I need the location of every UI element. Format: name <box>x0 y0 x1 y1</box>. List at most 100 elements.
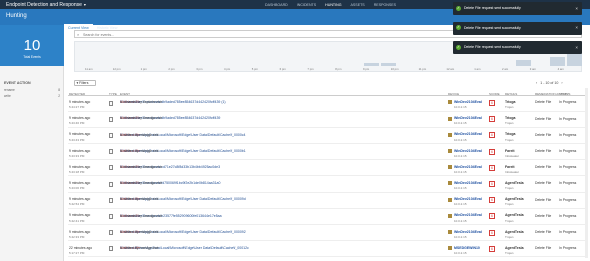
col-type[interactable]: TYPE <box>109 92 117 96</box>
device-name[interactable]: WinDev2104Eval <box>454 165 482 169</box>
status-text: In Progress <box>559 148 577 153</box>
device-name[interactable]: WinDev2104Eval <box>454 230 482 234</box>
device-ip: 10.0.2.15 <box>454 234 467 239</box>
file-icon <box>109 246 113 252</box>
detection-type: Trojan <box>505 218 514 223</box>
remediation-action: Delete File <box>535 165 552 170</box>
detected-time: 5:44:27 PM <box>69 105 85 110</box>
nav-incidents[interactable]: INCIDENTS <box>297 3 316 7</box>
toast-message: Delete File request sent successfully <box>464 45 521 49</box>
timeline-bar[interactable] <box>550 57 566 66</box>
score-badge: 6 <box>489 132 495 139</box>
timeline-tick-label: 9 pm <box>363 66 370 71</box>
status-text: In Progress <box>559 100 577 105</box>
remediation-action: Delete File <box>535 229 552 234</box>
toast-notification: ✓ Delete File request sent successfully × <box>453 41 582 54</box>
detected-relative: 9 minutes ago <box>69 116 91 121</box>
device-name[interactable]: WinDev2104Eval <box>454 149 482 153</box>
table-row[interactable]: 9 minutes ago 5:43:06 PM Malicious file C:… <box>68 178 586 193</box>
status-text: In Progress <box>559 213 577 218</box>
detection-name: Trioga <box>505 132 516 137</box>
timeline-tick-label: 6 pm <box>279 66 286 71</box>
device-ip: 10.0.2.15 <box>454 137 467 142</box>
detected-relative: 9 minutes ago <box>69 148 91 153</box>
detection-name: Trioga <box>505 100 516 104</box>
col-event[interactable]: EVENT <box>120 92 130 96</box>
app-title[interactable]: Endpoint Detection and Response ▾ <box>6 2 86 8</box>
timeline-tick-label: 12 am <box>446 66 455 71</box>
device-ip: 10.0.2.15 <box>454 218 467 223</box>
table-row[interactable]: 9 minutes ago 5:43:43 PM Malicious file C:… <box>68 129 586 144</box>
col-detected[interactable]: DETECTED <box>69 92 85 96</box>
windows-device-icon <box>448 132 452 137</box>
table-row[interactable]: 9 minutes ago 5:42:54 PM Malicious file C:… <box>68 194 586 209</box>
close-icon[interactable]: × <box>575 25 578 30</box>
windows-device-icon <box>448 148 452 153</box>
windows-device-icon <box>448 197 452 202</box>
windows-device-icon <box>448 246 452 251</box>
col-status[interactable]: STATUS <box>559 92 570 96</box>
windows-device-icon <box>448 229 452 234</box>
event-action-rename[interactable]: rename 8 <box>4 88 60 92</box>
table-row[interactable]: 9 minutes ago 5:42:41 PM Malicious file C:… <box>68 210 586 225</box>
next-page-icon[interactable]: › <box>561 81 562 85</box>
file-icon <box>109 165 113 171</box>
score-badge: 6 <box>489 213 495 220</box>
event-verb: is renamed by explorer.exe <box>120 100 163 105</box>
event-action-count: 8 <box>58 88 60 92</box>
file-icon <box>109 116 113 122</box>
timeline-tick-label: 2 pm <box>168 66 175 71</box>
timeline-tick-label: 8 pm <box>335 66 342 71</box>
file-icon <box>109 132 113 138</box>
remediation-action: Delete File <box>535 246 552 251</box>
close-icon[interactable]: × <box>575 45 578 50</box>
nav-dashboard[interactable]: DASHBOARD <box>265 3 288 7</box>
score-badge: 6 <box>489 197 495 204</box>
nav-hunting[interactable]: HUNTING <box>325 3 341 7</box>
table-row[interactable]: 9 minutes ago 5:42:33 PM Malicious file C:… <box>68 227 586 242</box>
device-name[interactable]: MSEDGEWIN10 <box>454 246 480 250</box>
table-row[interactable]: 22 minutes ago 5:17:27 PM Malicious file C… <box>68 243 586 258</box>
table-row[interactable]: 9 minutes ago 5:43:33 PM Malicious file C:… <box>68 146 586 161</box>
file-icon <box>109 100 113 106</box>
event-action-write[interactable]: write 2 <box>4 94 60 98</box>
device-name[interactable]: WinDev2104Eval <box>454 197 482 201</box>
nav-assets[interactable]: ASSETS <box>351 3 365 7</box>
device-ip: 10.0.2.15 <box>454 153 467 158</box>
filters-button[interactable]: ▾ Filters <box>74 80 96 86</box>
device-name[interactable]: WinDev2104Eval <box>454 116 482 120</box>
table-row[interactable]: 9 minutes ago 5:44:27 PM Malicious file C:… <box>68 97 586 112</box>
table-row[interactable]: 9 minutes ago 5:43:18 PM Malicious file C:… <box>68 162 586 177</box>
detection-type: Infostealer <box>505 153 520 158</box>
table-row[interactable]: 9 minutes ago 5:43:46 PM Malicious file C:… <box>68 113 586 128</box>
event-verb: is written by msedge.exe <box>120 132 159 137</box>
nav-responses[interactable]: RESPONSES <box>374 3 396 7</box>
total-events-card: 10 Total Events <box>0 25 64 66</box>
remediation-action: Delete File <box>535 181 552 186</box>
timeline-tick-label: 3 pm <box>196 66 203 71</box>
score-badge: 6 <box>489 164 495 171</box>
app-title-text: Endpoint Detection and Response <box>6 2 82 8</box>
detection-type: Trojan <box>505 250 514 255</box>
detection-type: Trojan <box>505 202 514 207</box>
prev-page-icon[interactable]: ‹ <box>536 81 537 85</box>
device-name[interactable]: WinDev2104Eval <box>454 100 482 104</box>
device-name[interactable]: WinDev2104Eval <box>454 181 482 185</box>
col-device[interactable]: DEVICE <box>448 92 459 96</box>
timeline-bar[interactable] <box>516 60 532 66</box>
scrollbar[interactable] <box>585 88 588 258</box>
filters-label: Filters <box>79 81 89 85</box>
detected-time: 5:43:18 PM <box>69 169 85 174</box>
detection-type: Trojan <box>505 186 514 191</box>
detection-name: AgentTesla <box>505 181 524 185</box>
status-text: In Progress <box>559 197 577 202</box>
detected-relative: 9 minutes ago <box>69 181 91 185</box>
col-details[interactable]: DETAILS <box>505 92 517 96</box>
status-text: In Progress <box>559 181 577 186</box>
device-name[interactable]: WinDev2104Eval <box>454 213 482 217</box>
close-icon[interactable]: × <box>575 6 578 11</box>
device-name[interactable]: WinDev2104Eval <box>454 132 482 136</box>
timeline-tick-label: 12 pm <box>112 66 121 71</box>
remediation-action: Delete File <box>535 116 552 121</box>
col-score[interactable]: SCORE <box>489 92 500 96</box>
